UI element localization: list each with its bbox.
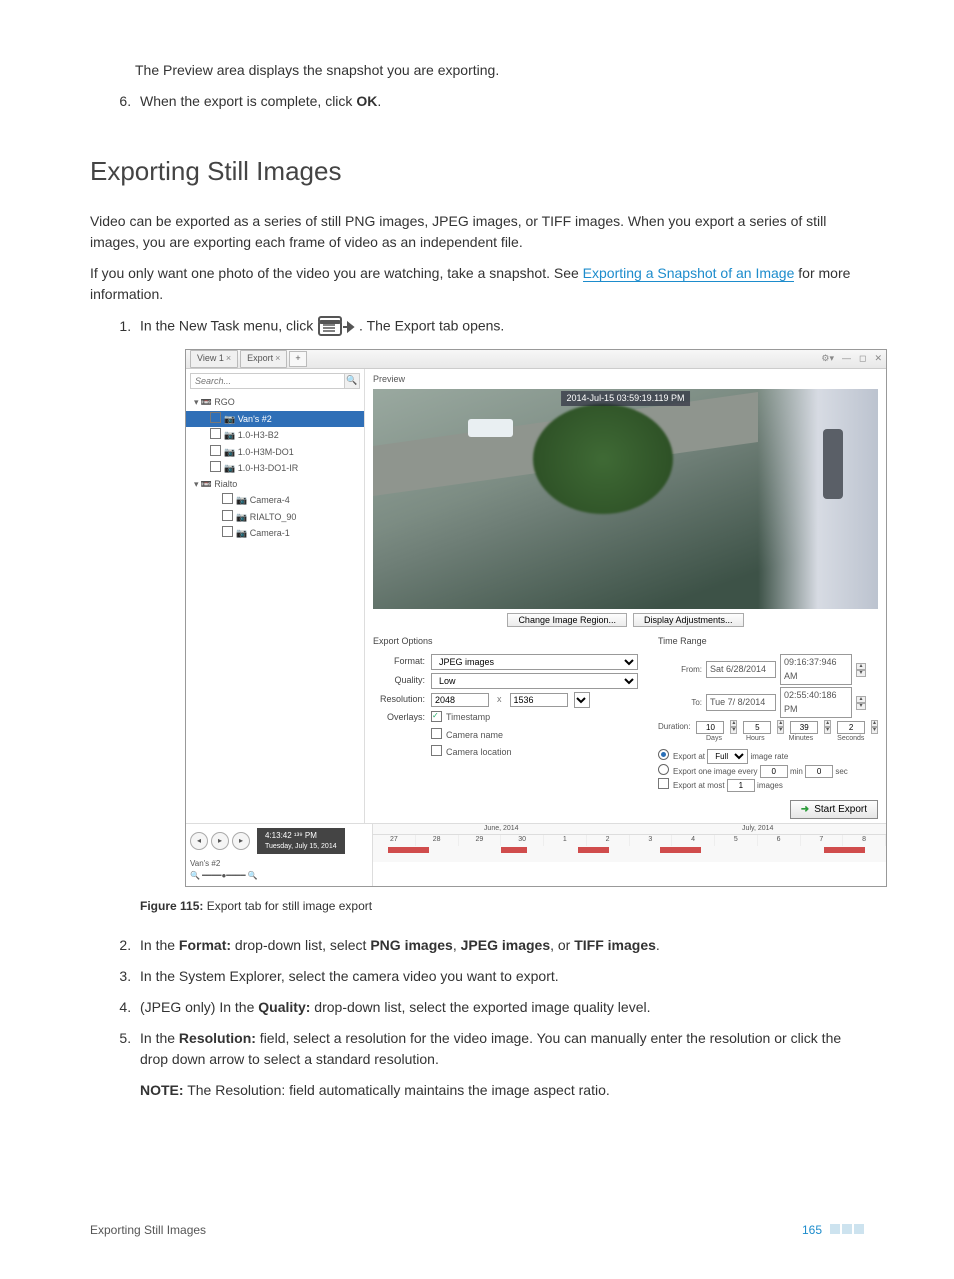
- format-label: Format:: [373, 655, 425, 669]
- close-window-icon[interactable]: ✕: [874, 352, 882, 366]
- duration-label: Duration:: [658, 721, 690, 733]
- system-explorer: 🔍 ▾📼 RGO 📷 Van's #2 📷 1.0-H3-B2 📷 1.0-H3…: [186, 369, 365, 823]
- rate-select[interactable]: Full: [707, 749, 748, 764]
- x-label: x: [495, 693, 504, 707]
- play-button[interactable]: ▸: [211, 832, 229, 850]
- gear-icon[interactable]: ⚙▾: [821, 352, 834, 366]
- step-1: In the New Task menu, click . The Export…: [135, 315, 864, 915]
- timeline-camera-label: Van's #2: [190, 858, 368, 870]
- duration-sec-input[interactable]: [837, 721, 865, 734]
- export-every-radio[interactable]: [658, 764, 669, 775]
- duration-hours-input[interactable]: [743, 721, 771, 734]
- search-icon[interactable]: 🔍: [344, 374, 359, 388]
- resolution-height-input[interactable]: [510, 693, 568, 707]
- time-range-label: Time Range: [658, 635, 878, 649]
- step-3: In the System Explorer, select the camer…: [135, 966, 864, 987]
- display-adjustments-button[interactable]: Display Adjustments...: [633, 613, 744, 627]
- step-2: In the Format: drop-down list, select PN…: [135, 935, 864, 956]
- close-icon[interactable]: ×: [275, 352, 280, 366]
- tab-view1[interactable]: View 1 ×: [190, 350, 238, 368]
- step6-c: .: [377, 93, 381, 109]
- quality-label: Quality:: [373, 674, 425, 688]
- export-options-label: Export Options: [373, 635, 638, 649]
- resolution-label: Resolution:: [373, 693, 425, 707]
- timeline[interactable]: June, 2014July, 2014 2728293012345678: [373, 824, 886, 862]
- tree-cam[interactable]: 📷 RIALTO_90: [186, 509, 364, 526]
- step-5: In the Resolution: field, select a resol…: [135, 1028, 864, 1101]
- minimize-icon[interactable]: —: [842, 352, 851, 366]
- overlay-timestamp-checkbox[interactable]: [431, 711, 442, 722]
- tab-bar: View 1 × Export × + ⚙▾ — ◻ ✕: [186, 350, 886, 369]
- duration-min-input[interactable]: [790, 721, 818, 734]
- ok-bold: OK: [356, 93, 377, 109]
- preview-line: The Preview area displays the snapshot y…: [135, 60, 864, 81]
- duration-days-input[interactable]: [696, 721, 724, 734]
- step-4: (JPEG only) In the Quality: drop-down li…: [135, 997, 864, 1018]
- search-input[interactable]: [191, 374, 344, 388]
- para-2: If you only want one photo of the video …: [90, 263, 864, 305]
- arrow-right-icon: ➜: [801, 804, 809, 815]
- from-date-input[interactable]: Sat 6/28/2014: [706, 661, 776, 679]
- heading-exporting-still-images: Exporting Still Images: [90, 152, 864, 191]
- tree-site-rgo[interactable]: ▾📼 RGO: [186, 395, 364, 411]
- step1-a: In the New Task menu, click: [140, 318, 317, 334]
- step-6: When the export is complete, click OK.: [135, 91, 864, 112]
- overlays-label: Overlays:: [373, 711, 425, 725]
- export-icon: [317, 315, 355, 339]
- preview-label: Preview: [373, 373, 878, 387]
- change-image-region-button[interactable]: Change Image Region...: [507, 613, 627, 627]
- step-forward-button[interactable]: ▸: [232, 832, 250, 850]
- from-label: From:: [658, 664, 702, 676]
- close-icon[interactable]: ×: [226, 352, 231, 366]
- start-export-button[interactable]: ➜Start Export: [790, 800, 878, 819]
- para2-a: If you only want one photo of the video …: [90, 265, 583, 281]
- step-back-button[interactable]: ◂: [190, 832, 208, 850]
- tree-cam[interactable]: 📷 1.0-H3-DO1-IR: [186, 460, 364, 477]
- tree-cam[interactable]: 📷 Camera-4: [186, 492, 364, 509]
- tree-cam[interactable]: 📷 1.0-H3M-DO1: [186, 444, 364, 461]
- para-1: Video can be exported as a series of sti…: [90, 211, 864, 253]
- new-tab-button[interactable]: +: [289, 351, 306, 367]
- figure-caption: Figure 115: Export tab for still image e…: [140, 897, 864, 915]
- page-footer: Exporting Still Images 165: [90, 1221, 864, 1239]
- playhead-time: 4:13:42 ¹³⁹ PM Tuesday, July 15, 2014: [257, 828, 345, 855]
- step6-a: When the export is complete, click: [140, 93, 356, 109]
- tab-export[interactable]: Export ×: [240, 350, 287, 368]
- screenshot-export-tab: View 1 × Export × + ⚙▾ — ◻ ✕ 🔍 ▾: [185, 349, 887, 887]
- format-select[interactable]: JPEG images: [431, 654, 638, 670]
- export-atmost-checkbox[interactable]: [658, 778, 669, 789]
- export-rate-radio[interactable]: [658, 749, 669, 760]
- to-date-input[interactable]: Tue 7/ 8/2014: [706, 694, 776, 712]
- timestamp-overlay: 2014-Jul-15 03:59:19.119 PM: [561, 391, 691, 407]
- footer-title: Exporting Still Images: [90, 1221, 206, 1239]
- from-time-input[interactable]: 09:16:37:946 AM: [780, 654, 852, 685]
- tree-cam[interactable]: 📷 1.0-H3-B2: [186, 427, 364, 444]
- link-exporting-snapshot[interactable]: Exporting a Snapshot of an Image: [583, 265, 795, 282]
- overlay-cameraname-checkbox[interactable]: [431, 728, 442, 739]
- resolution-preset-select[interactable]: [574, 692, 590, 708]
- tree-cam-vans2[interactable]: 📷 Van's #2: [186, 411, 364, 428]
- overlay-cameralocation-checkbox[interactable]: [431, 745, 442, 756]
- tree-cam[interactable]: 📷 Camera-1: [186, 525, 364, 542]
- tree-site-rialto[interactable]: ▾📼 Rialto: [186, 477, 364, 493]
- quality-select[interactable]: Low: [431, 673, 638, 689]
- preview-image: 2014-Jul-15 03:59:19.119 PM: [373, 389, 878, 609]
- to-spinner[interactable]: ▴▾: [856, 696, 866, 710]
- footer-decoration: [830, 1224, 864, 1234]
- maximize-icon[interactable]: ◻: [859, 352, 866, 366]
- step1-b: . The Export tab opens.: [359, 318, 504, 334]
- to-time-input[interactable]: 02:55:40:186 PM: [780, 687, 852, 718]
- to-label: To:: [658, 697, 702, 709]
- from-spinner[interactable]: ▴▾: [856, 663, 866, 677]
- resolution-width-input[interactable]: [431, 693, 489, 707]
